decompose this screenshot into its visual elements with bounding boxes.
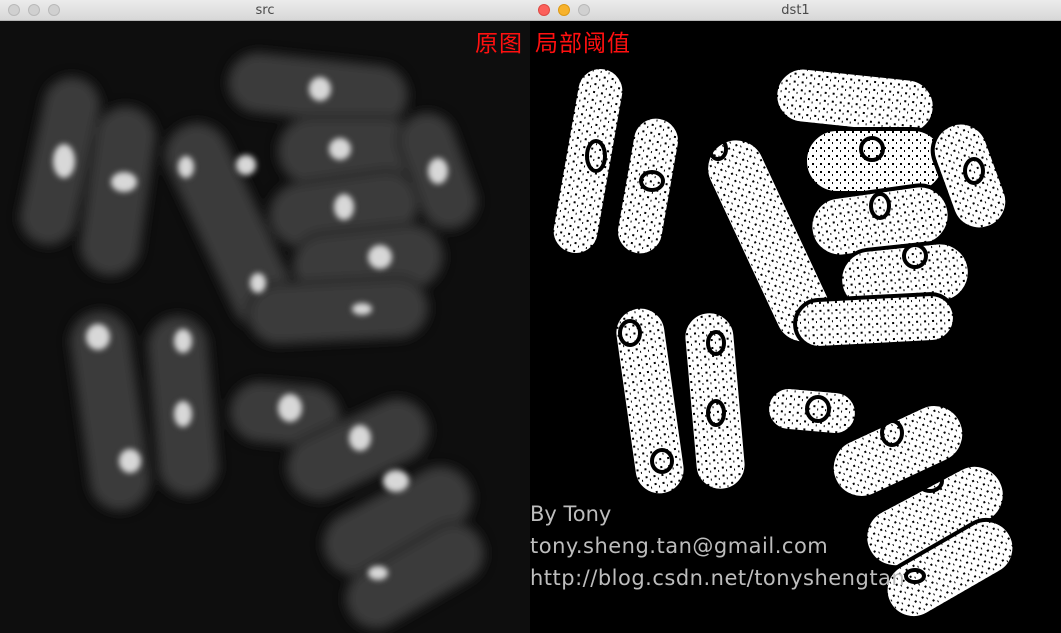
source-cells-image: [17, 50, 487, 631]
author-email: tony.sheng.tan@gmail.com: [530, 534, 829, 558]
local-threshold-label: 局部阈值: [535, 31, 631, 57]
source-image: [0, 21, 530, 633]
author-credit: By Tony: [530, 502, 612, 526]
source-image-label: 原图: [475, 31, 523, 57]
author-blog-url: http://blog.csdn.net/tonyshengtan: [530, 566, 906, 590]
src-window: src: [0, 0, 530, 633]
dst1-window-title: dst1: [781, 3, 810, 18]
src-window-title: src: [255, 3, 275, 18]
src-titlebar[interactable]: src: [0, 0, 530, 21]
dst1-titlebar[interactable]: dst1: [530, 0, 1061, 21]
